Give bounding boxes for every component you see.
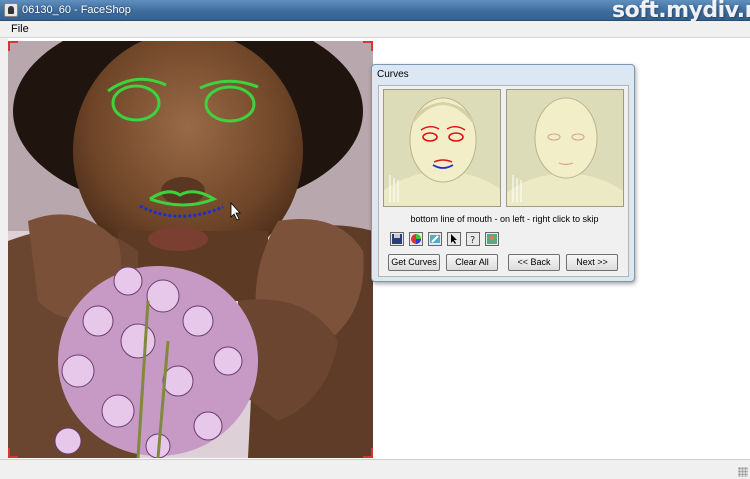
selection-corner-bottom-left[interactable]: [8, 448, 18, 458]
resize-grip[interactable]: [738, 467, 748, 477]
svg-text:?: ?: [470, 235, 475, 245]
instruction-text: bottom line of mouth - on left - right c…: [410, 214, 599, 224]
menu-file[interactable]: File: [11, 23, 29, 35]
dialog-body: bottom line of mouth - on left - right c…: [378, 85, 629, 277]
brush-icon[interactable]: [428, 232, 442, 246]
menu-bar: File: [0, 21, 750, 38]
status-bar: [0, 459, 750, 479]
image-canvas[interactable]: [8, 41, 373, 458]
next-button[interactable]: Next >>: [566, 254, 618, 271]
watermark: soft.mydiv.net: [612, 0, 750, 23]
selection-corner-top-left[interactable]: [8, 41, 18, 51]
window-title: 06130_60 - FaceShop: [22, 4, 131, 16]
selection-corner-bottom-right[interactable]: [363, 448, 373, 458]
selection-corner-top-right[interactable]: [363, 41, 373, 51]
curves-dialog: Curves bottom line of mouth - on left - …: [371, 64, 635, 282]
image-icon[interactable]: [485, 232, 499, 246]
back-button[interactable]: << Back: [508, 254, 560, 271]
face-model-reference: [506, 89, 624, 207]
face-model-with-curves: [383, 89, 501, 207]
face-photo[interactable]: [8, 41, 373, 458]
clear-all-button[interactable]: Clear All: [446, 254, 498, 271]
pointer-icon[interactable]: [447, 232, 461, 246]
title-bar: 06130_60 - FaceShop soft.mydiv.net: [0, 0, 750, 23]
window-frame-left: [0, 38, 8, 463]
color-wheel-icon[interactable]: [409, 232, 423, 246]
app-icon: [4, 3, 18, 17]
get-curves-button[interactable]: Get Curves: [388, 254, 440, 271]
save-icon[interactable]: [390, 232, 404, 246]
dialog-title: Curves: [377, 69, 409, 80]
help-icon[interactable]: ?: [466, 232, 480, 246]
